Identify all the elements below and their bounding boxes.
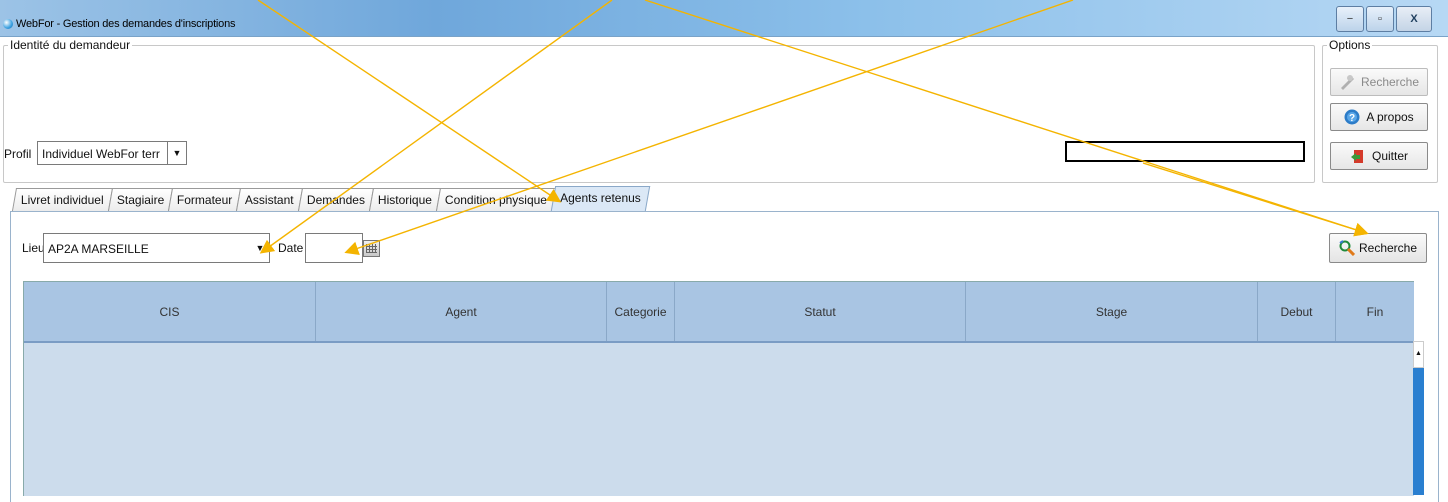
quit-button[interactable]: Quitter bbox=[1330, 142, 1428, 170]
help-icon: ? bbox=[1344, 109, 1360, 125]
agents-grid[interactable]: CIS Agent Categorie Statut Stage Debut F… bbox=[23, 281, 1414, 496]
search-button[interactable]: Recherche bbox=[1329, 233, 1427, 263]
lieu-value: AP2A MARSEILLE bbox=[48, 242, 149, 256]
column-header-statut[interactable]: Statut bbox=[675, 282, 966, 341]
profil-label: Profil bbox=[4, 147, 32, 161]
window-title: WebFor - Gestion des demandes d'inscript… bbox=[16, 18, 236, 30]
tab-historique[interactable]: Historique bbox=[369, 188, 442, 211]
lieu-dropdown[interactable]: AP2A MARSEILLE ▼ bbox=[43, 233, 270, 263]
search-icon bbox=[1339, 240, 1355, 256]
options-search-label: Recherche bbox=[1360, 75, 1420, 89]
options-search-button[interactable]: Recherche bbox=[1330, 68, 1428, 96]
date-label: Date bbox=[278, 241, 304, 255]
search-button-label: Recherche bbox=[1358, 241, 1418, 255]
svg-text:?: ? bbox=[1349, 113, 1355, 124]
grid-header: CIS Agent Categorie Statut Stage Debut F… bbox=[24, 282, 1414, 343]
quit-label: Quitter bbox=[1371, 149, 1408, 163]
title-bar: WebFor - Gestion des demandes d'inscript… bbox=[0, 0, 1448, 37]
app-icon bbox=[3, 19, 13, 29]
column-header-cis[interactable]: CIS bbox=[24, 282, 316, 341]
exit-icon bbox=[1350, 150, 1363, 163]
column-header-fin[interactable]: Fin bbox=[1336, 282, 1414, 341]
chevron-down-icon[interactable]: ▼ bbox=[167, 142, 186, 164]
column-header-categorie[interactable]: Categorie bbox=[607, 282, 675, 341]
tab-agents-retenus[interactable]: Agents retenus bbox=[551, 186, 651, 211]
redacted-field bbox=[1065, 141, 1305, 162]
identite-legend: Identité du demandeur bbox=[8, 38, 133, 52]
options-legend: Options bbox=[1327, 38, 1373, 52]
tab-condition-physique[interactable]: Condition physique bbox=[436, 188, 557, 211]
column-header-agent[interactable]: Agent bbox=[316, 282, 607, 341]
about-button[interactable]: ? A propos bbox=[1330, 103, 1428, 131]
profil-value: Individuel WebFor terr bbox=[42, 147, 160, 161]
lieu-label: Lieu bbox=[22, 241, 45, 255]
chevron-down-icon[interactable]: ▼ bbox=[251, 234, 269, 262]
minimize-button[interactable]: − bbox=[1336, 6, 1364, 32]
grid-scrollbar[interactable]: ▲ bbox=[1413, 341, 1424, 495]
tab-assistant[interactable]: Assistant bbox=[236, 188, 304, 211]
scroll-up-icon[interactable]: ▲ bbox=[1413, 341, 1424, 368]
identite-group: Identité du demandeur bbox=[3, 38, 1315, 183]
date-input[interactable] bbox=[305, 233, 363, 263]
maximize-button[interactable]: ▫ bbox=[1366, 6, 1394, 32]
column-header-stage[interactable]: Stage bbox=[966, 282, 1258, 341]
profil-dropdown[interactable]: Individuel WebFor terr ▼ bbox=[37, 141, 187, 165]
tab-bar: Livret individuel Stagiaire Formateur As… bbox=[11, 186, 651, 212]
calendar-icon[interactable] bbox=[363, 240, 380, 257]
column-header-debut[interactable]: Debut bbox=[1258, 282, 1336, 341]
tab-stagiaire[interactable]: Stagiaire bbox=[107, 188, 174, 211]
window-controls: − ▫ X bbox=[1334, 6, 1432, 32]
tab-formateur[interactable]: Formateur bbox=[168, 188, 242, 211]
tab-livret-individuel[interactable]: Livret individuel bbox=[11, 188, 113, 211]
about-label: A propos bbox=[1366, 110, 1414, 124]
close-button[interactable]: X bbox=[1396, 6, 1432, 32]
search-icon bbox=[1340, 75, 1354, 90]
tab-demandes[interactable]: Demandes bbox=[298, 188, 375, 211]
